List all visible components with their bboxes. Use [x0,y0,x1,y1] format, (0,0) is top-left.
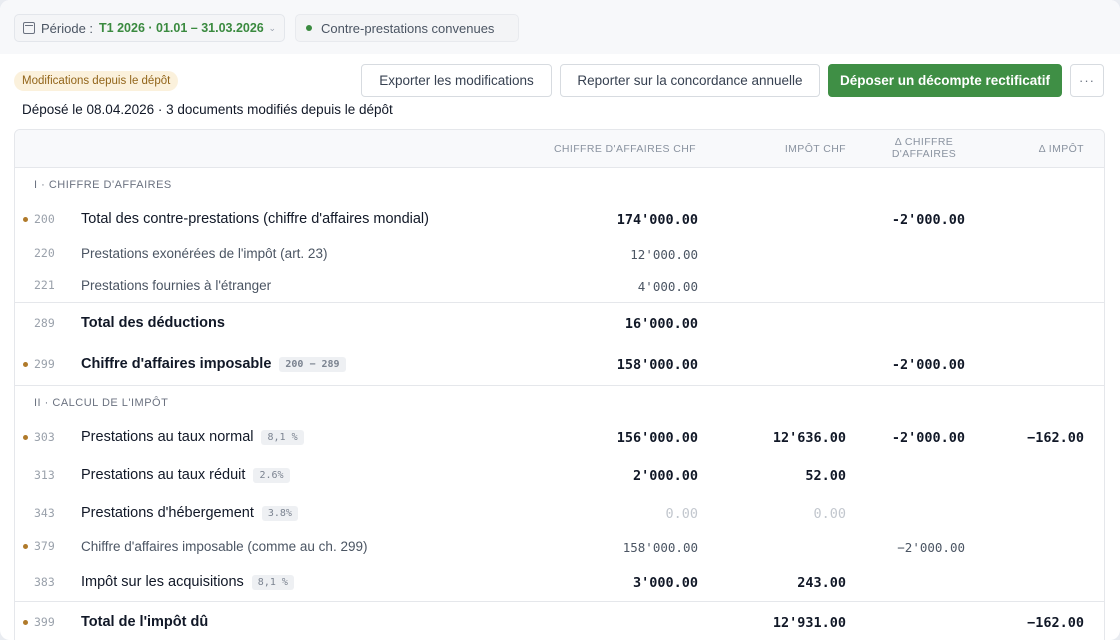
row-code: 299 [34,357,55,371]
rate-tag: 2.6% [253,468,290,483]
row-label: Prestations au taux normal 8,1 % [81,429,304,445]
table-row[interactable]: 343 Prestations d'hébergement 3.8% 0.00 0… [15,499,1104,529]
row-code: 379 [34,539,55,553]
turnover-value: 3'000.00 [632,575,698,591]
delta-tax-value: −162.00 [1027,430,1084,446]
row-code: 399 [34,615,55,629]
row-label-text: Prestations au taux normal [81,429,254,445]
turnover-value: 16'000.00 [624,316,698,332]
row-code: 200 [34,212,55,226]
row-label: Prestations d'hébergement 3.8% [81,505,298,521]
section-heading-tax: II · CALCUL DE L'IMPÔT [34,397,169,409]
turnover-value: 174'000.00 [616,212,698,228]
turnover-value: 2'000.00 [632,468,698,484]
turnover-value: 156'000.00 [616,430,698,446]
column-header-turnover: CHIFFRE D'AFFAIRES CHF [553,143,696,155]
column-header-tax: IMPÔT CHF [784,143,846,155]
row-code: 313 [34,468,55,482]
row-label: Chiffre d'affaires imposable 200 − 289 [81,356,346,372]
method-status-text: Contre-prestations convenues [321,20,495,36]
row-label-text: Impôt sur les acquisitions [81,574,244,590]
delta-turnover-value: -2'000.00 [891,357,965,373]
table-row[interactable]: 303 Prestations au taux normal 8,1 % 156'… [15,423,1104,453]
turnover-value: 12'000.00 [630,247,698,262]
table-row[interactable]: 289 Total des déductions 16'000.00 [15,309,1104,339]
table-row[interactable]: 299 Chiffre d'affaires imposable 200 − 28… [15,350,1104,380]
delta-turnover-value: −2'000.00 [897,540,965,555]
row-label-text: Chiffre d'affaires imposable [81,356,272,372]
row-label: Prestations au taux réduit 2.6% [81,467,290,483]
table-row[interactable]: 379 Chiffre d'affaires imposable (comme … [15,532,1104,562]
tax-value: 12'636.00 [772,430,846,446]
column-header-delta-turnover: Δ CHIFFRE D'AFFAIRES [891,136,957,160]
table-row[interactable]: 221 Prestations fournies à l'étranger 4'… [15,271,1104,301]
rate-tag: 8,1 % [251,575,294,590]
column-header-delta-tax: Δ IMPÔT [1038,143,1084,155]
row-label: Total des contre-prestations (chiffre d'… [81,211,429,227]
chevron-down-icon: ⌄ [268,22,276,33]
table-row[interactable]: 399 Total de l'impôt dû 12'931.00 −162.0… [15,608,1104,638]
app-window: Période : T1 2026 · 01.01 – 31.03.2026 ⌄… [0,0,1120,640]
table-row[interactable]: 200 Total des contre-prestations (chiffr… [15,205,1104,235]
table-header: CHIFFRE D'AFFAIRES CHF IMPÔT CHF Δ CHIFF… [15,130,1104,168]
filter-bar: Période : T1 2026 · 01.01 – 31.03.2026 ⌄… [0,0,1120,54]
changed-marker-icon [23,217,28,222]
table-row[interactable]: 220 Prestations exonérées de l'impôt (ar… [15,239,1104,269]
tax-value: 12'931.00 [772,615,846,631]
table-row[interactable]: 383 Impôt sur les acquisitions 8,1 % 3'00… [15,568,1104,598]
row-label: Impôt sur les acquisitions 8,1 % [81,574,294,590]
deposit-info: Déposé le 08.04.2026 · 3 documents modif… [22,102,393,117]
turnover-value: 4'000.00 [637,279,698,294]
turnover-value: 158'000.00 [622,540,698,555]
vat-statement-table: CHIFFRE D'AFFAIRES CHF IMPÔT CHF Δ CHIFF… [14,129,1105,640]
report-annual-reconciliation-button[interactable]: Reporter sur la concordance annuelle [560,64,820,97]
row-code: 289 [34,316,55,330]
tax-value: 52.00 [805,468,846,484]
row-code: 383 [34,575,55,589]
turnover-value: 158'000.00 [616,357,698,373]
row-label-text: Prestations au taux réduit [81,467,246,483]
changed-marker-icon [23,544,28,549]
row-code: 220 [34,246,55,260]
changed-marker-icon [23,620,28,625]
section-divider [15,385,1104,386]
row-label: Total des déductions [81,315,225,331]
section-heading-turnover: I · CHIFFRE D'AFFAIRES [34,179,172,191]
tax-value: 243.00 [797,575,846,591]
period-label: Période : [41,20,94,36]
row-label-text: Prestations d'hébergement [81,505,254,521]
rate-tag: 3.8% [261,506,298,521]
calendar-icon [23,22,35,34]
row-divider [15,601,1104,602]
more-actions-button[interactable]: ··· [1070,64,1104,97]
delta-tax-value: −162.00 [1027,615,1084,631]
delta-turnover-value: -2'000.00 [891,212,965,228]
table-row[interactable]: 313 Prestations au taux réduit 2.6% 2'000… [15,461,1104,491]
row-label: Prestations fournies à l'étranger [81,278,272,293]
period-selector[interactable]: Période : T1 2026 · 01.01 – 31.03.2026 ⌄ [14,14,285,42]
changed-marker-icon [23,435,28,440]
turnover-value: 0.00 [665,506,698,522]
tax-value: 0.00 [813,506,846,522]
row-divider [15,302,1104,303]
row-code: 343 [34,506,55,520]
delta-turnover-value: -2'000.00 [891,430,965,446]
method-status-pill[interactable]: Contre-prestations convenues [295,14,519,42]
period-value: T1 2026 · 01.01 – 31.03.2026 [99,21,264,35]
formula-tag: 200 − 289 [279,357,346,372]
row-code: 221 [34,278,55,292]
changes-badge: Modifications depuis le dépôt [14,71,179,91]
row-label: Prestations exonérées de l'impôt (art. 2… [81,246,328,261]
row-label: Total de l'impôt dû [81,614,209,630]
rate-tag: 8,1 % [261,430,304,445]
row-code: 303 [34,430,55,444]
export-changes-button[interactable]: Exporter les modifications [361,64,552,97]
status-dot-icon [306,25,312,31]
row-label: Chiffre d'affaires imposable (comme au c… [81,539,368,554]
changed-marker-icon [23,362,28,367]
submit-corrective-statement-button[interactable]: Déposer un décompte rectificatif [828,64,1062,97]
